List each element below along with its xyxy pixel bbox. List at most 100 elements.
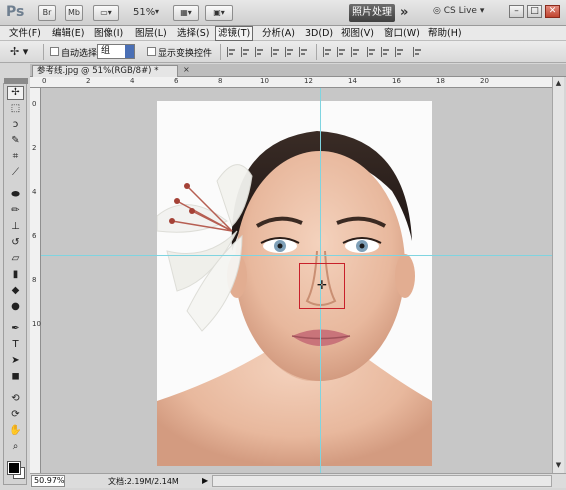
align-vcenter-icon[interactable] (241, 47, 251, 57)
ruler-label: 18 (436, 77, 445, 85)
clone-stamp-tool-icon[interactable]: ⊥ (7, 220, 24, 234)
close-document-icon[interactable]: × (183, 65, 190, 74)
align-hcenter-icon[interactable] (285, 47, 295, 57)
application-bar: Ps Br Mb ▭▾ 51% ▾ ▦▾ ▣▾ 照片处理 » ◎ CS Live… (0, 0, 566, 26)
ruler-label: 20 (480, 77, 489, 85)
dodge-tool-icon[interactable]: ● (7, 300, 24, 314)
menu-window[interactable]: 窗口(W) (384, 27, 420, 40)
more-workspaces-button[interactable]: » (400, 5, 408, 20)
lasso-tool-icon[interactable]: ↄ (7, 118, 24, 132)
maximize-button[interactable]: □ (527, 5, 542, 18)
align-right-icon[interactable] (299, 47, 309, 57)
eyedropper-tool-icon[interactable]: ⟋ (7, 166, 24, 180)
menu-analysis[interactable]: 分析(A) (262, 27, 295, 40)
path-select-tool-icon[interactable]: ➤ (7, 354, 24, 368)
portrait-photo (157, 101, 432, 466)
auto-select-checkbox[interactable] (50, 47, 59, 56)
menu-3d[interactable]: 3D(D) (305, 27, 333, 40)
distribute-left-icon[interactable] (367, 47, 377, 57)
move-cursor-icon: ✛ (317, 278, 328, 292)
scroll-up-icon[interactable]: ▲ (554, 79, 563, 89)
align-top-icon[interactable] (227, 47, 237, 57)
document-tab[interactable]: 参考线.jpg @ 51%(RGB/8#) * (32, 65, 178, 77)
marquee-tool-icon[interactable]: ⬚ (7, 102, 24, 116)
ruler-label: 4 (130, 77, 135, 85)
type-tool-icon[interactable]: T (7, 338, 24, 352)
status-bar: 50.97% 文档:2.19M/2.14M ▶ (30, 473, 566, 488)
ruler-label: 8 (218, 77, 223, 85)
canvas-area[interactable]: ✛ (41, 88, 552, 473)
ruler-label: 0 (42, 77, 47, 85)
healing-tool-icon[interactable]: ⬬ (7, 188, 24, 202)
tools-panel-header[interactable] (4, 78, 28, 84)
horizontal-guide[interactable] (41, 255, 552, 256)
align-left-icon[interactable] (271, 47, 281, 57)
blur-tool-icon[interactable]: ◆ (7, 284, 24, 298)
scroll-down-icon[interactable]: ▼ (554, 461, 563, 471)
workspace-switcher[interactable]: 照片处理 (349, 4, 395, 22)
menu-layer[interactable]: 图层(L) (135, 27, 167, 40)
status-menu-arrow-icon[interactable]: ▶ (202, 476, 208, 485)
extras-menu-button[interactable]: ▭▾ (93, 5, 119, 21)
bridge-button[interactable]: Br (38, 5, 56, 21)
menu-help[interactable]: 帮助(H) (428, 27, 462, 40)
auto-align-icon[interactable] (413, 47, 423, 57)
close-button[interactable]: ✕ (545, 5, 560, 18)
crop-tool-icon[interactable]: ⌗ (7, 150, 24, 164)
eraser-tool-icon[interactable]: ▱ (7, 252, 24, 266)
align-bottom-icon[interactable] (255, 47, 265, 57)
history-brush-tool-icon[interactable]: ↺ (7, 236, 24, 250)
foreground-color-swatch[interactable] (7, 461, 21, 475)
move-tool-icon[interactable]: ✢ (7, 86, 24, 100)
mini-bridge-button[interactable]: Mb (65, 5, 83, 21)
menu-image[interactable]: 图像(I) (94, 27, 123, 40)
zoom-level[interactable]: 51% (133, 7, 155, 18)
options-bar: ✢ ▾ 自动选择: 组 显示变换控件 (0, 41, 566, 63)
ruler-label: 8 (32, 276, 37, 284)
show-transform-label: 显示变换控件 (158, 49, 213, 59)
menu-filter[interactable]: 滤镜(T) (215, 26, 254, 41)
screen-mode-button[interactable]: ▣▾ (205, 5, 233, 21)
ruler-label: 12 (304, 77, 313, 85)
cs-live-button[interactable]: ◎ CS Live ▾ (433, 6, 484, 16)
vertical-ruler[interactable]: 0 2 4 6 8 10 (30, 88, 41, 473)
options-separator (316, 44, 317, 60)
ruler-label: 0 (32, 100, 37, 108)
horizontal-scrollbar[interactable] (212, 475, 552, 487)
distribute-right-icon[interactable] (395, 47, 405, 57)
3d-orbit-tool-icon[interactable]: ⟳ (7, 408, 24, 422)
menu-select[interactable]: 选择(S) (177, 27, 209, 40)
distribute-hcenter-icon[interactable] (381, 47, 391, 57)
ruler-label: 4 (32, 188, 37, 196)
arrange-documents-button[interactable]: ▦▾ (173, 5, 199, 21)
auto-select-dropdown[interactable]: 组 (97, 44, 135, 59)
hand-tool-icon[interactable]: ✋ (7, 424, 24, 438)
gradient-tool-icon[interactable]: ▮ (7, 268, 24, 282)
document-image[interactable] (157, 101, 432, 466)
vertical-scrollbar[interactable]: ▲ ▼ (552, 77, 564, 473)
document-tab-strip: 参考线.jpg @ 51%(RGB/8#) * × (30, 64, 566, 77)
distribute-vcenter-icon[interactable] (337, 47, 347, 57)
ruler-label: 10 (32, 320, 41, 328)
horizontal-ruler[interactable]: 0 2 4 6 8 10 12 14 16 18 20 (30, 77, 552, 88)
distribute-top-icon[interactable] (323, 47, 333, 57)
menu-view[interactable]: 视图(V) (341, 27, 374, 40)
auto-select-label: 自动选择: (61, 49, 101, 59)
tool-preset-picker[interactable]: ✢ ▾ (10, 45, 28, 58)
menu-file[interactable]: 文件(F) (9, 27, 41, 40)
show-transform-checkbox[interactable] (147, 47, 156, 56)
zoom-input[interactable]: 50.97% (31, 475, 65, 487)
brush-tool-icon[interactable]: ✏ (7, 204, 24, 218)
photoshop-logo: Ps (6, 4, 25, 20)
pen-tool-icon[interactable]: ✒ (7, 322, 24, 336)
minimize-button[interactable]: – (509, 5, 524, 18)
zoom-tool-icon[interactable]: ⌕ (7, 440, 24, 454)
quick-select-tool-icon[interactable]: ✎ (7, 134, 24, 148)
document-size-info: 文档:2.19M/2.14M (108, 477, 179, 486)
shape-tool-icon[interactable]: ◼ (7, 370, 24, 384)
menu-edit[interactable]: 编辑(E) (52, 27, 84, 40)
menu-bar: 文件(F) 编辑(E) 图像(I) 图层(L) 选择(S) 滤镜(T) 分析(A… (0, 26, 566, 41)
zoom-chevron-icon[interactable]: ▾ (155, 7, 159, 16)
3d-rotate-tool-icon[interactable]: ⟲ (7, 392, 24, 406)
distribute-bottom-icon[interactable] (351, 47, 361, 57)
